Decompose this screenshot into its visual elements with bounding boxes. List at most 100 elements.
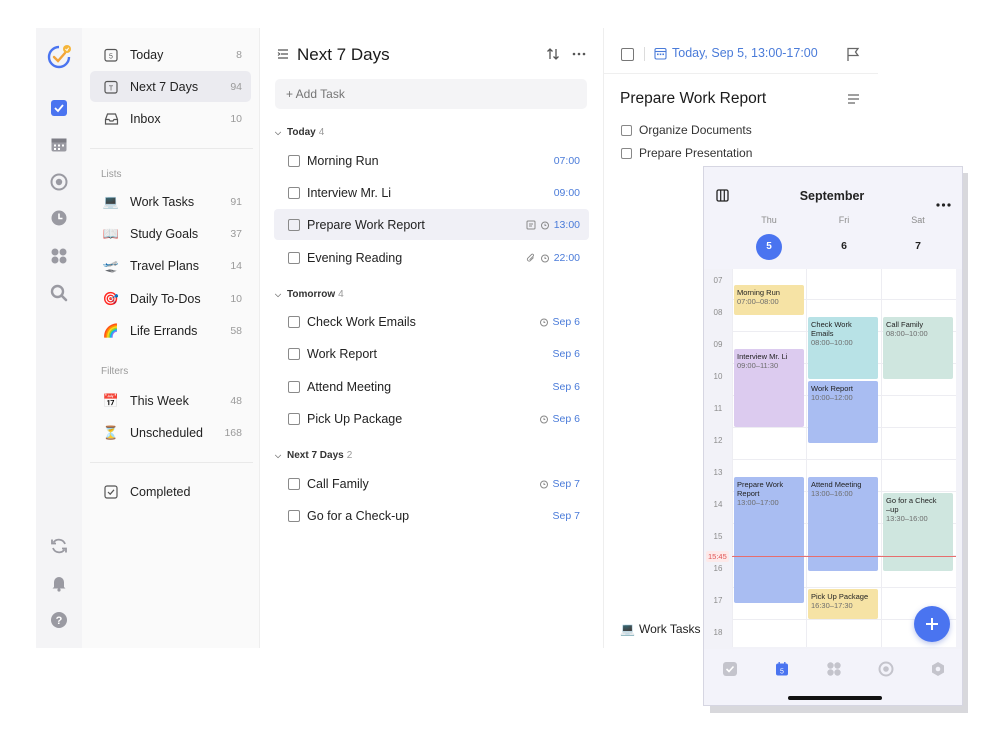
tab-tasks-icon[interactable] <box>722 661 738 677</box>
group-header-tomorrow[interactable]: ⌵ Tomorrow 4 <box>275 289 344 300</box>
sidebar-item-count: 48 <box>230 394 242 407</box>
task-row[interactable]: Pick Up Package Sep 6 <box>274 403 589 434</box>
event-time: 09:00–11:30 <box>737 361 779 370</box>
event-time: 13:30–16:00 <box>886 514 928 523</box>
task-date: 22:00 <box>553 251 580 264</box>
subtask-checkbox[interactable] <box>621 147 632 159</box>
collapse-sidebar-icon[interactable] <box>276 47 290 66</box>
task-row[interactable]: Call Family Sep 7 <box>274 468 589 499</box>
task-row-selected[interactable]: Prepare Work Report 13:00 <box>274 209 589 240</box>
avatar-icon[interactable] <box>46 44 72 70</box>
svg-text:T: T <box>109 85 114 92</box>
hour-label: 07 <box>713 276 723 285</box>
due-date-button[interactable]: Today, Sep 5, 13:00-17:00 <box>654 46 818 60</box>
list-emoji: 📖 <box>102 225 120 241</box>
task-checkbox[interactable] <box>288 509 300 522</box>
task-title: Check Work Emails <box>307 314 416 329</box>
task-row[interactable]: Evening Reading 22:00 <box>274 242 589 273</box>
sidebar-item-completed[interactable]: Completed <box>90 476 251 507</box>
clock-icon[interactable] <box>50 209 68 227</box>
sidebar-item-work-tasks[interactable]: 💻 Work Tasks 91 <box>90 186 251 217</box>
home-indicator <box>788 696 882 700</box>
task-checkbox[interactable] <box>288 218 300 231</box>
calendar-event[interactable]: Morning Run 07:00–08:00 <box>734 285 804 315</box>
task-checkbox[interactable] <box>288 154 300 167</box>
sidebar-item-life-errands[interactable]: 🌈 Life Errands 58 <box>90 315 251 346</box>
task-row[interactable]: Attend Meeting Sep 6 <box>274 371 589 402</box>
sidebar-item-study-goals[interactable]: 📖 Study Goals 37 <box>90 218 251 249</box>
group-label: Tomorrow <box>287 289 336 300</box>
search-icon[interactable] <box>50 284 68 302</box>
day-number[interactable]: 7 <box>881 233 955 259</box>
task-date: 07:00 <box>553 154 580 167</box>
calendar-event[interactable]: Check Work Emails 08:00–10:00 <box>808 317 878 379</box>
calendar-event[interactable]: Go for a Check –up 13:30–16:00 <box>883 493 953 571</box>
task-row[interactable]: Work Report Sep 6 <box>274 338 589 369</box>
sidebar-item-travel-plans[interactable]: 🛫 Travel Plans 14 <box>90 250 251 281</box>
subtask-checkbox[interactable] <box>621 124 632 136</box>
day-of-week: Fri <box>838 215 850 225</box>
subtask-item[interactable]: Prepare Presentation <box>621 146 752 160</box>
task-row[interactable]: Go for a Check-up Sep 7 <box>274 500 589 531</box>
calendar-event[interactable]: Prepare Work Report 13:00–17:00 <box>734 477 804 603</box>
list-name: Work Tasks <box>638 622 701 636</box>
grid-line <box>806 269 807 647</box>
task-checkbox[interactable] <box>288 186 300 199</box>
sidebar-item-this-week[interactable]: 📅 This Week 48 <box>90 385 251 416</box>
calendar-event[interactable]: Interview Mr. Li 09:00–11:30 <box>734 349 804 427</box>
sidebar-item-next-7-days[interactable]: T Next 7 Days 94 <box>90 71 251 102</box>
task-title: Evening Reading <box>307 250 403 265</box>
calendar-event[interactable]: Pick Up Package 16:30–17:30 <box>808 589 878 619</box>
task-checkbox[interactable] <box>288 412 300 425</box>
tab-calendar-icon[interactable]: 5 <box>774 661 790 677</box>
sidebar-item-count: 58 <box>230 324 242 337</box>
help-icon[interactable]: ? <box>50 611 68 629</box>
task-checkbox[interactable] <box>288 380 300 393</box>
tab-settings-icon[interactable] <box>930 661 946 677</box>
more-options-icon[interactable] <box>936 194 951 212</box>
svg-text:5: 5 <box>780 669 784 676</box>
task-row[interactable]: Check Work Emails Sep 6 <box>274 306 589 337</box>
more-options-icon[interactable] <box>572 47 586 66</box>
focus-circle-icon[interactable] <box>50 173 68 191</box>
task-date: Sep 6 <box>552 347 580 360</box>
bell-icon[interactable] <box>50 574 68 592</box>
task-checkbox[interactable] <box>288 477 300 490</box>
sync-icon[interactable] <box>50 537 68 555</box>
apps-grid-icon[interactable] <box>50 247 68 265</box>
tab-apps-icon[interactable] <box>826 661 842 677</box>
sidebar-item-unscheduled[interactable]: ⏳ Unscheduled 168 <box>90 417 251 448</box>
calendar-event[interactable]: Call Family 08:00–10:00 <box>883 317 953 379</box>
sidebar-item-today[interactable]: 5 Today 8 <box>90 39 251 70</box>
menu-lines-icon[interactable] <box>847 92 860 110</box>
task-row[interactable]: Morning Run 07:00 <box>274 145 589 176</box>
tab-focus-icon[interactable] <box>878 661 894 677</box>
sidebar-item-daily-to-dos[interactable]: 🎯 Daily To-Dos 10 <box>90 283 251 314</box>
task-date: 09:00 <box>553 186 580 199</box>
add-task-input[interactable] <box>275 79 587 109</box>
task-title: Go for a Check-up <box>307 508 410 523</box>
detail-checkbox[interactable] <box>621 48 634 61</box>
task-checkbox[interactable] <box>288 251 300 264</box>
task-check-icon[interactable] <box>50 99 68 117</box>
task-checkbox[interactable] <box>288 315 300 328</box>
task-row[interactable]: Interview Mr. Li 09:00 <box>274 177 589 208</box>
calendar-grid-icon[interactable] <box>50 136 68 154</box>
group-header-today[interactable]: ⌵ Today 4 <box>275 127 324 138</box>
group-header-next-7-days[interactable]: ⌵ Next 7 Days 2 <box>275 450 352 461</box>
task-checkbox[interactable] <box>288 347 300 360</box>
detail-title[interactable]: Prepare Work Report <box>620 90 766 108</box>
task-list-selector[interactable]: 💻 Work Tasks <box>620 622 701 636</box>
add-event-button[interactable] <box>914 606 950 642</box>
day-number-today[interactable]: 5 <box>732 233 806 260</box>
sidebar-item-inbox[interactable]: Inbox 10 <box>90 103 251 134</box>
sidebar-item-label: Study Goals <box>130 226 199 241</box>
event-time: 08:00–10:00 <box>886 329 928 338</box>
sidebar-item-count: 91 <box>230 195 242 208</box>
sort-icon[interactable] <box>546 47 560 66</box>
header-divider <box>604 73 878 74</box>
calendar-event[interactable]: Work Report 10:00–12:00 <box>808 381 878 443</box>
subtask-item[interactable]: Organize Documents <box>621 123 752 137</box>
flag-icon[interactable] <box>846 47 860 67</box>
day-number[interactable]: 6 <box>807 233 881 259</box>
